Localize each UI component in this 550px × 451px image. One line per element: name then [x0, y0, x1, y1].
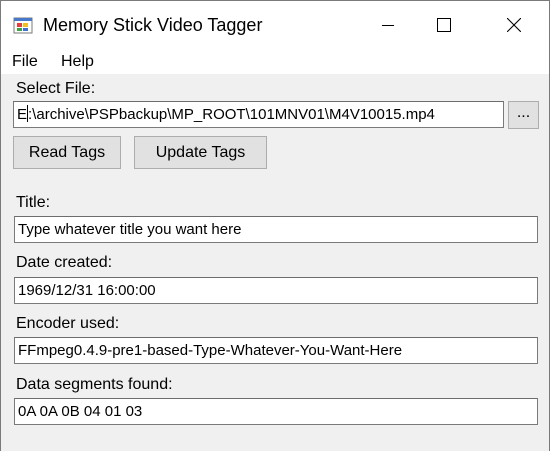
close-button[interactable]	[491, 1, 537, 48]
maximize-icon	[437, 17, 451, 32]
minimize-button[interactable]	[365, 1, 411, 48]
title-input[interactable]: Type whatever title you want here	[14, 216, 538, 243]
menu-bar: File Help	[1, 48, 549, 74]
read-tags-button[interactable]: Read Tags	[13, 136, 121, 169]
title-label: Title:	[16, 194, 51, 211]
update-tags-button[interactable]: Update Tags	[134, 136, 267, 169]
file-path-prefix: E	[17, 106, 28, 123]
close-icon	[507, 17, 521, 32]
file-path-value: :\archive\PSPbackup\MP_ROOT\101MNV01\M4V…	[28, 106, 435, 123]
app-icon	[13, 17, 33, 34]
date-created-label: Date created:	[16, 254, 113, 271]
encoder-used-input[interactable]: FFmpeg0.4.9-pre1-based-Type-Whatever-You…	[14, 337, 538, 364]
menu-help[interactable]: Help	[61, 52, 94, 72]
title-bar[interactable]: Memory Stick Video Tagger	[1, 1, 549, 48]
maximize-button[interactable]	[421, 1, 467, 48]
minimize-icon	[382, 24, 394, 26]
browse-button[interactable]: ...	[508, 101, 539, 129]
data-segments-input[interactable]: 0A 0A 0B 04 01 03	[14, 398, 538, 425]
menu-file[interactable]: File	[12, 52, 38, 72]
date-created-input[interactable]: 1969/12/31 16:00:00	[14, 277, 538, 304]
encoder-used-label: Encoder used:	[16, 315, 120, 332]
window-title: Memory Stick Video Tagger	[43, 15, 263, 35]
file-path-input[interactable]: E:\archive\PSPbackup\MP_ROOT\101MNV01\M4…	[13, 101, 504, 128]
select-file-label: Select File:	[16, 80, 96, 97]
data-segments-label: Data segments found:	[16, 376, 173, 393]
app-window: Memory Stick Video Tagger File Help Sele…	[0, 0, 550, 451]
